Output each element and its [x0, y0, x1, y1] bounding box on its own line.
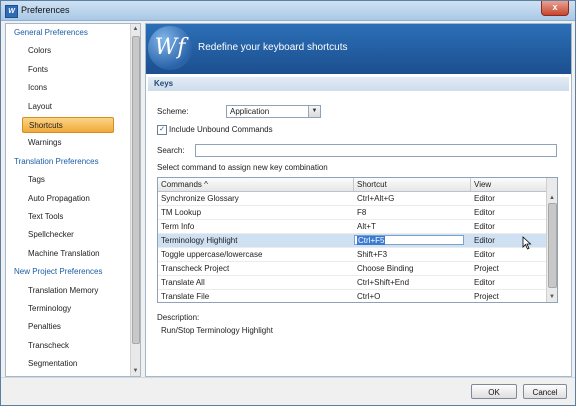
sidebar-item-terminology[interactable]: Terminology	[28, 301, 71, 317]
include-unbound-checkbox[interactable]: ✓	[157, 125, 167, 135]
shortcut-cell: Shift+F3	[357, 250, 388, 259]
sidebar-item-text-tools[interactable]: Text Tools	[28, 209, 63, 225]
shortcut-edit-value: Ctrl+F5	[357, 236, 386, 245]
instruction-text: Select command to assign new key combina…	[157, 163, 328, 172]
shortcut-cell: Alt+T	[357, 222, 376, 231]
shortcut-cell: Ctrl+O	[357, 292, 381, 301]
sidebar-item-fonts[interactable]: Fonts	[28, 62, 48, 78]
table-row[interactable]: TM Lookup F8 Editor	[158, 206, 547, 220]
scheme-value: Application	[230, 107, 270, 116]
table-row[interactable]: Synchronize Glossary Ctrl+Alt+G Editor	[158, 192, 547, 206]
command-cell: Translate All	[161, 278, 205, 287]
command-cell: TM Lookup	[161, 208, 202, 217]
command-cell: Synchronize Glossary	[161, 194, 239, 203]
view-cell: Project	[474, 292, 499, 301]
scheme-dropdown[interactable]: Application ▼	[226, 105, 321, 118]
table-row[interactable]: Terminology Highlight Ctrl+F5 Editor	[158, 234, 547, 248]
sidebar-item-general-preferences[interactable]: General Preferences	[14, 25, 88, 41]
sidebar-item-tags[interactable]: Tags	[28, 172, 45, 188]
table-body: Synchronize Glossary Ctrl+Alt+G Editor TM L…	[158, 192, 547, 302]
sidebar-item-new-project-preferences[interactable]: New Project Preferences	[14, 264, 102, 280]
description-label: Description:	[157, 313, 200, 322]
keys-section-title: Keys	[148, 77, 569, 91]
commands-table: Commands ^ Shortcut View Synchronize Glo…	[157, 177, 558, 303]
wordfast-logo: Wf	[148, 26, 192, 70]
sidebar-item-machine-translation[interactable]: Machine Translation	[28, 246, 100, 262]
header-banner: Wf Redefine your keyboard shortcuts	[146, 24, 571, 74]
ok-button[interactable]: OK	[471, 384, 517, 399]
shortcut-cell: Ctrl+Alt+G	[357, 194, 395, 203]
table-row[interactable]: Transcheck Project Choose Binding Project	[158, 262, 547, 276]
shortcut-edit-field[interactable]: Ctrl+F5	[354, 235, 464, 245]
sidebar-item-spellchecker[interactable]: Spellchecker	[28, 227, 74, 243]
shortcut-cell: Choose Binding	[357, 264, 414, 273]
table-header: Commands ^ Shortcut View	[158, 178, 547, 192]
sidebar-item-segmentation[interactable]: Segmentation	[28, 356, 77, 372]
column-header-commands[interactable]: Commands ^	[158, 178, 354, 191]
sidebar-item-translation-memory[interactable]: Translation Memory	[28, 283, 98, 299]
command-cell: Term Info	[161, 222, 195, 231]
view-cell: Editor	[474, 194, 495, 203]
view-cell: Editor	[474, 236, 495, 245]
scroll-down-arrow-icon[interactable]: ▼	[548, 293, 556, 301]
cancel-button[interactable]: Cancel	[523, 384, 567, 399]
scroll-up-arrow-icon[interactable]: ▲	[548, 194, 556, 202]
sidebar-item-transcheck[interactable]: Transcheck	[28, 338, 69, 354]
table-row[interactable]: Translate All Ctrl+Shift+End Editor	[158, 276, 547, 290]
chevron-down-icon[interactable]: ▼	[308, 106, 320, 117]
command-cell: Toggle uppercase/lowercase	[161, 250, 263, 259]
close-button[interactable]: x	[541, 1, 569, 16]
mouse-pointer-icon	[522, 236, 532, 250]
scroll-thumb[interactable]	[132, 36, 140, 344]
table-row[interactable]: Translate File Ctrl+O Project	[158, 290, 547, 302]
sidebar-item-colors[interactable]: Colors	[28, 43, 51, 59]
table-scrollbar[interactable]: ▲ ▼	[546, 178, 557, 302]
sidebar-scrollbar[interactable]: ▲ ▼	[130, 24, 140, 376]
sidebar-item-translation-preferences[interactable]: Translation Preferences	[14, 154, 99, 170]
sidebar-item-auto-propagation[interactable]: Auto Propagation	[28, 191, 90, 207]
view-cell: Editor	[474, 278, 495, 287]
command-cell: Terminology Highlight	[161, 236, 238, 245]
dialog-button-bar: OK Cancel	[1, 377, 575, 405]
view-cell: Project	[474, 264, 499, 273]
scroll-up-arrow-icon[interactable]: ▲	[132, 25, 139, 33]
include-unbound-label: Include Unbound Commands	[169, 125, 273, 134]
column-header-view[interactable]: View	[471, 178, 547, 191]
scroll-thumb[interactable]	[548, 203, 557, 288]
sidebar-item-layout[interactable]: Layout	[28, 99, 52, 115]
sidebar-item-warnings[interactable]: Warnings	[28, 135, 62, 151]
view-cell: Editor	[474, 250, 495, 259]
shortcuts-panel: Wf Redefine your keyboard shortcuts Keys…	[145, 23, 572, 377]
preferences-window: W Preferences x General Preferences Color…	[0, 0, 576, 406]
scheme-label: Scheme:	[157, 107, 189, 116]
command-cell: Transcheck Project	[161, 264, 230, 273]
table-row[interactable]: Toggle uppercase/lowercase Shift+F3 Editor	[158, 248, 547, 262]
preferences-tree: General Preferences Colors Fonts Icons Layou…	[5, 23, 141, 377]
sidebar-item-icons[interactable]: Icons	[28, 80, 47, 96]
window-title: Preferences	[21, 5, 70, 15]
shortcut-cell: F8	[357, 208, 367, 217]
search-input[interactable]	[195, 144, 557, 157]
description-text: Run/Stop Terminology Highlight	[161, 326, 273, 335]
sidebar-item-shortcuts[interactable]: Shortcuts	[22, 117, 114, 133]
column-header-shortcut[interactable]: Shortcut	[354, 178, 471, 191]
table-row[interactable]: Term Info Alt+T Editor	[158, 220, 547, 234]
sidebar-item-penalties[interactable]: Penalties	[28, 319, 61, 335]
app-icon: W	[5, 5, 18, 18]
banner-text: Redefine your keyboard shortcuts	[198, 42, 348, 53]
shortcut-cell: Ctrl+Shift+End	[357, 278, 410, 287]
title-bar[interactable]: W Preferences x	[1, 1, 575, 21]
command-cell: Translate File	[161, 292, 210, 301]
view-cell: Editor	[474, 222, 495, 231]
scroll-down-arrow-icon[interactable]: ▼	[132, 367, 139, 375]
search-label: Search:	[157, 146, 185, 155]
view-cell: Editor	[474, 208, 495, 217]
